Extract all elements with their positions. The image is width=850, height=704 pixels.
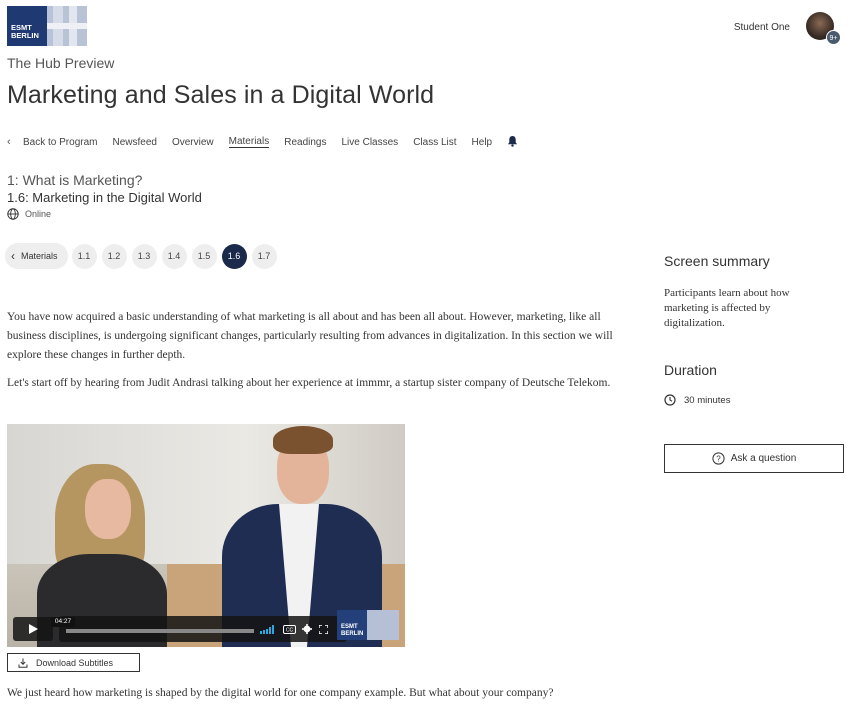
svg-text:CC: CC — [286, 627, 294, 633]
clock-icon — [664, 394, 676, 406]
course-nav: ‹ Back to Program Newsfeed Overview Mater… — [7, 134, 533, 150]
video-watermark-logo: ESMT BERLIN — [337, 610, 399, 640]
video-logo-line2: BERLIN — [341, 630, 364, 637]
hub-label: The Hub Preview — [7, 55, 115, 71]
video-intro-paragraph: Let's start off by hearing from Judit An… — [7, 377, 611, 389]
play-icon — [29, 624, 38, 634]
lesson-pill-1-3[interactable]: 1.3 — [131, 243, 157, 269]
nav-label: Back to Program — [23, 137, 98, 148]
download-subtitles-button[interactable]: Download Subtitles — [7, 653, 140, 672]
video-person-woman-face — [85, 479, 131, 539]
download-icon — [18, 658, 28, 668]
fullscreen-icon[interactable] — [319, 624, 328, 634]
logo-line2: BERLIN — [11, 31, 39, 40]
question-icon: ? — [712, 452, 725, 465]
video-progress-bar[interactable] — [66, 629, 254, 633]
lesson-pill-1-5[interactable]: 1.5 — [191, 243, 217, 269]
ask-question-button[interactable]: ? Ask a question — [664, 444, 844, 473]
followup-paragraph: We just heard how marketing is shaped by… — [7, 687, 554, 699]
download-subtitles-label: Download Subtitles — [36, 657, 114, 668]
esmt-logo[interactable]: ESMT BERLIN — [7, 6, 87, 46]
lesson-pagination: ‹ Materials 1.1 1.2 1.3 1.4 1.5 1.6 1.7 — [5, 243, 282, 269]
duration-heading: Duration — [664, 362, 717, 378]
user-name[interactable]: Student One — [734, 22, 790, 33]
lesson-pill-1-6[interactable]: 1.6 — [221, 243, 247, 269]
duration-value: 30 minutes — [664, 394, 730, 406]
chevron-left-icon: ‹ — [7, 136, 11, 148]
logo-pattern — [47, 6, 87, 46]
nav-live-classes[interactable]: Live Classes — [341, 137, 398, 148]
notification-badge: 9+ — [826, 30, 841, 45]
nav-class-list[interactable]: Class List — [413, 137, 456, 148]
materials-back-label: Materials — [21, 251, 58, 261]
delivery-mode-label: Online — [25, 209, 52, 219]
globe-icon — [7, 208, 19, 220]
chevron-left-icon: ‹ — [11, 249, 15, 263]
section-title: 1: What is Marketing? — [7, 172, 143, 188]
nav-overview[interactable]: Overview — [172, 137, 214, 148]
screen-summary-text: Participants learn about how marketing i… — [664, 287, 790, 329]
nav-back-to-program[interactable]: ‹ Back to Program — [7, 136, 97, 148]
duration-text: 30 minutes — [684, 394, 731, 406]
nav-newsfeed[interactable]: Newsfeed — [112, 137, 156, 148]
volume-icon[interactable] — [260, 624, 276, 634]
materials-back-button[interactable]: ‹ Materials — [5, 243, 68, 269]
closed-captions-icon[interactable]: CC — [283, 624, 296, 634]
video-person-man-hair — [273, 426, 333, 454]
nav-readings[interactable]: Readings — [284, 137, 326, 148]
delivery-mode: Online — [7, 208, 51, 220]
play-button[interactable] — [13, 617, 53, 641]
lesson-pill-1-1[interactable]: 1.1 — [71, 243, 97, 269]
page-title: Marketing and Sales in a Digital World — [7, 81, 435, 109]
video-control-icons: CC — [260, 624, 328, 634]
svg-text:?: ? — [716, 454, 721, 463]
bell-icon — [508, 135, 518, 147]
subsection-title: 1.6: Marketing in the Digital World — [7, 190, 202, 205]
notifications-button[interactable] — [507, 135, 518, 150]
logo-text: ESMT BERLIN — [11, 24, 39, 40]
settings-gear-icon[interactable] — [302, 624, 312, 634]
lesson-pill-1-7[interactable]: 1.7 — [251, 243, 277, 269]
ask-question-label: Ask a question — [730, 453, 797, 464]
lesson-pill-1-4[interactable]: 1.4 — [161, 243, 187, 269]
nav-help[interactable]: Help — [472, 137, 493, 148]
intro-paragraph: You have now acquired a basic understand… — [7, 311, 613, 361]
video-timestamp: 04:27 — [51, 617, 75, 627]
lesson-pill-1-2[interactable]: 1.2 — [101, 243, 127, 269]
screen-summary-heading: Screen summary — [664, 253, 770, 269]
nav-materials[interactable]: Materials — [228, 136, 270, 148]
